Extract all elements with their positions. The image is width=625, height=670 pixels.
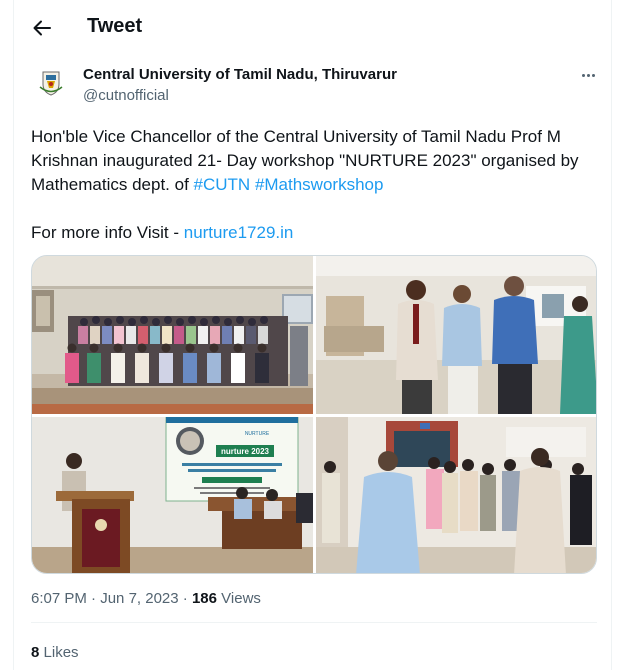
tweet-link[interactable]: nurture1729.in: [184, 223, 294, 242]
back-button[interactable]: [28, 14, 56, 42]
university-emblem-icon: [35, 66, 67, 98]
photo-officials[interactable]: [316, 256, 596, 414]
photo-students[interactable]: [316, 417, 596, 573]
hashtag-cutn[interactable]: #CUTN: [194, 175, 251, 194]
more-dots-icon: [581, 73, 585, 77]
views-label: Views: [221, 590, 261, 607]
tweet-time[interactable]: 6:07 PM: [31, 590, 87, 607]
tweet-detail-panel: Tweet Central University of Tamil Nadu, …: [13, 0, 612, 670]
banner-title: nurture 2023: [221, 447, 270, 456]
page-title: Tweet: [87, 15, 143, 37]
photo-group[interactable]: [32, 256, 313, 414]
banner-brand: NURTURE: [245, 431, 270, 437]
tweet-line: For more info Visit - nurture1729.in: [31, 223, 294, 242]
tweet-line: Mathematics dept. of #CUTN #Mathsworksho…: [31, 175, 384, 194]
author-handle[interactable]: @cutnofficial: [83, 87, 169, 104]
divider: [31, 622, 597, 623]
author-name[interactable]: Central University of Tamil Nadu, Thiruv…: [83, 66, 397, 83]
media-grid: nurture 2023 NURTURE: [31, 255, 597, 574]
photo-inauguration[interactable]: nurture 2023 NURTURE: [32, 417, 313, 573]
tweet-date[interactable]: Jun 7, 2023: [100, 590, 178, 607]
arrow-left-icon: [33, 20, 51, 36]
hashtag-mathsworkshop[interactable]: #Mathsworkshop: [255, 175, 384, 194]
tweet-line: Hon'ble Vice Chancellor of the Central U…: [31, 127, 561, 146]
tweet-line: Krishnan inaugurated 21- Day workshop "N…: [31, 151, 579, 170]
tweet-text: Hon'ble Vice Chancellor of the Central U…: [31, 125, 601, 245]
likes-count: 8: [31, 644, 40, 661]
views-count: 186: [191, 590, 217, 607]
avatar[interactable]: [35, 66, 67, 98]
likes-label: Likes: [43, 644, 79, 661]
tweet-header: Tweet: [14, 0, 613, 53]
more-options-button[interactable]: [577, 64, 599, 86]
likes-link[interactable]: 8 Likes: [31, 644, 79, 661]
tweet-meta: 6:07 PM · Jun 7, 2023 · 186 Views: [31, 590, 261, 607]
